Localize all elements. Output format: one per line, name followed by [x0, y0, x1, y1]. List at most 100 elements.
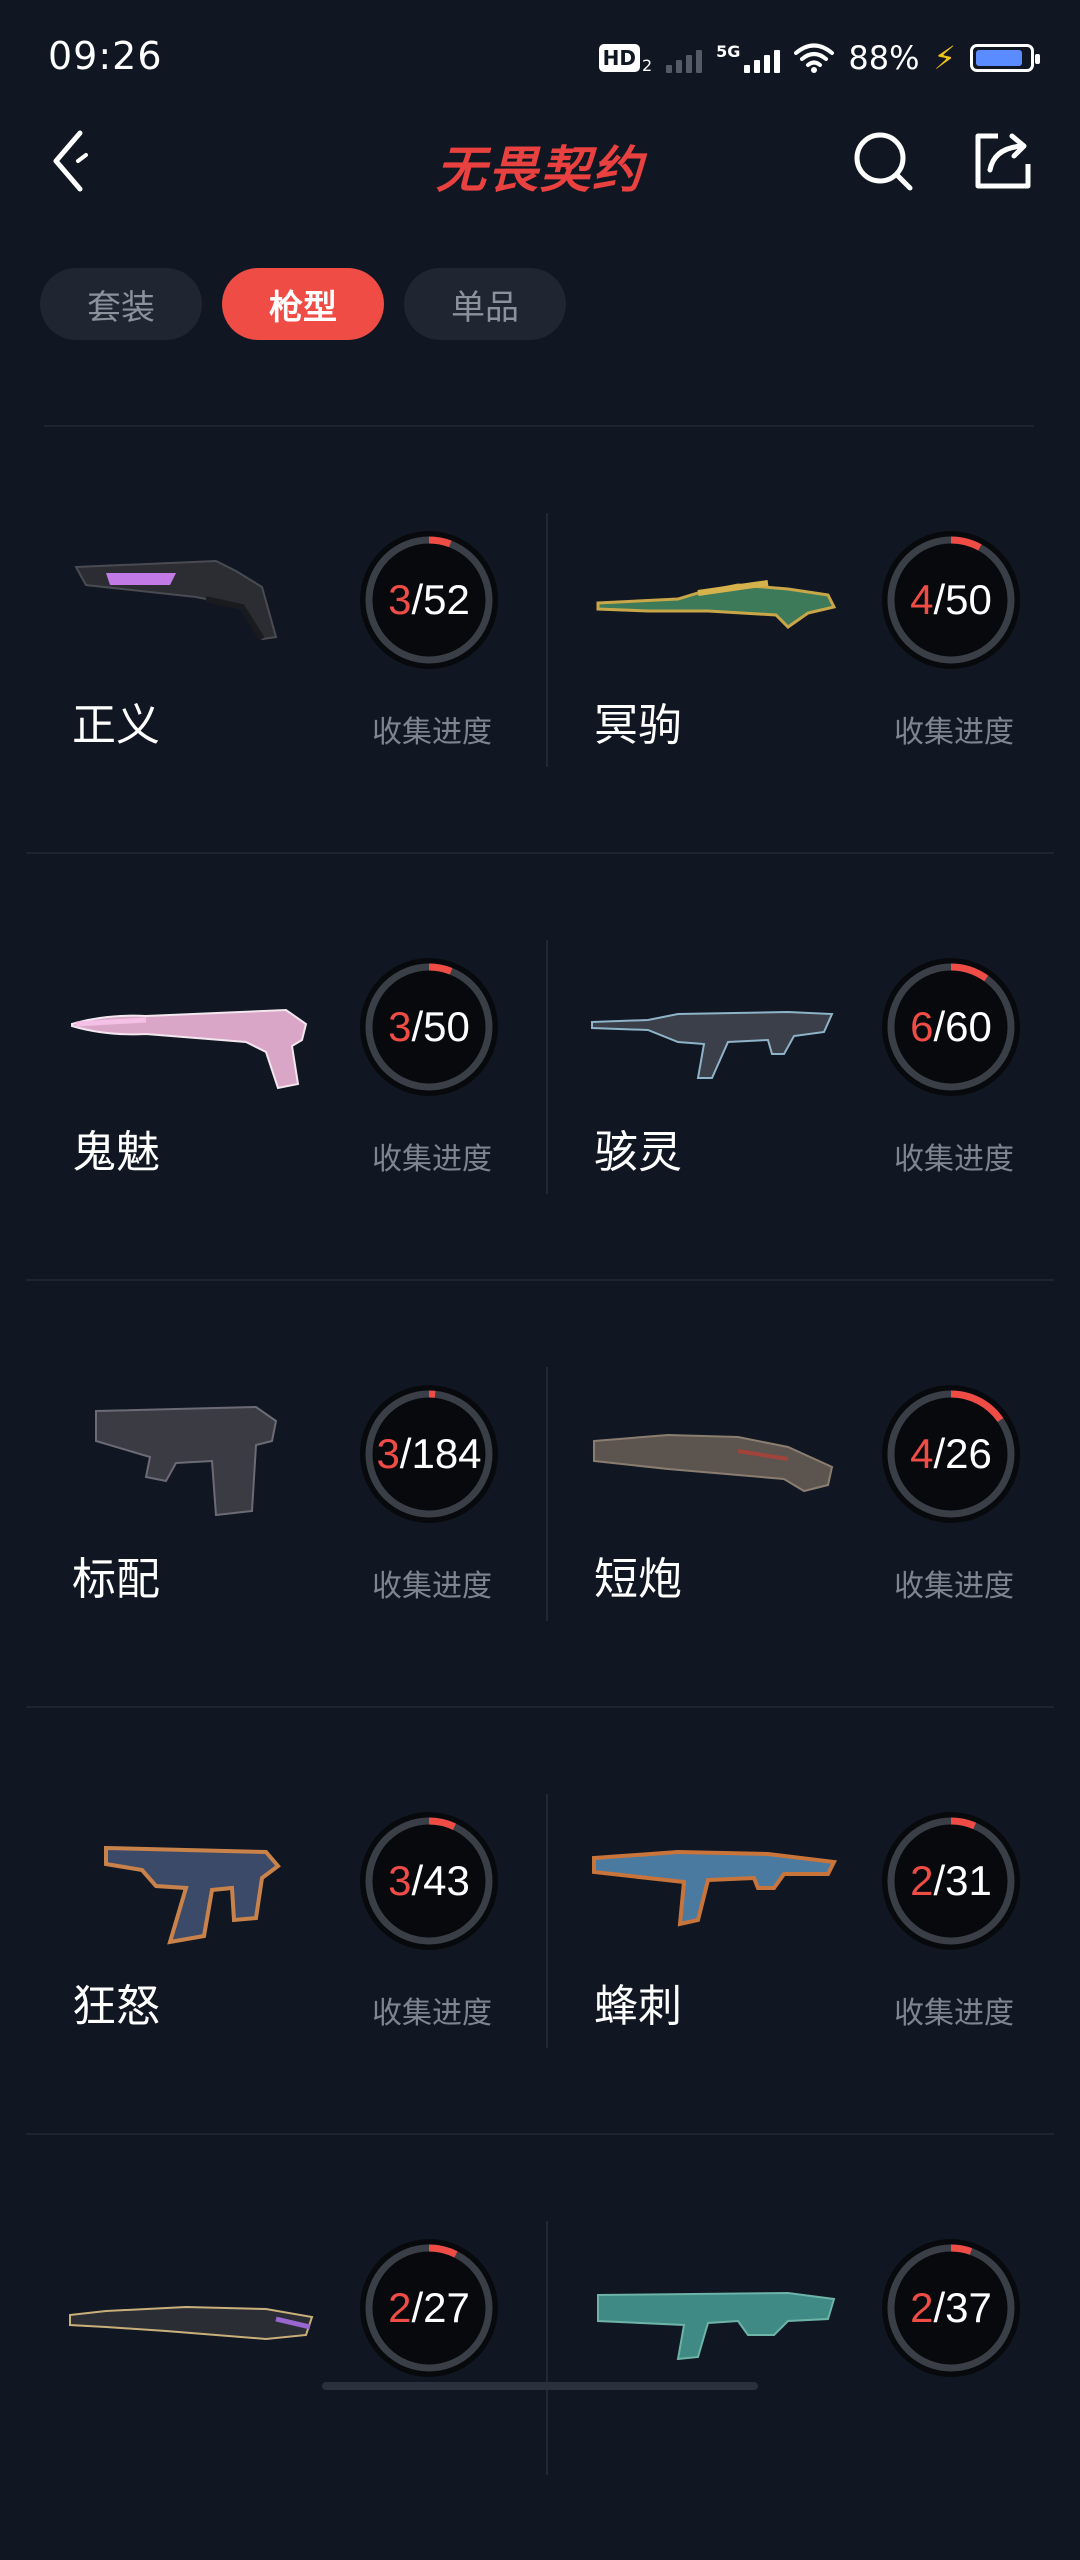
collected-count: 6 — [910, 1003, 934, 1050]
total-count: 50 — [423, 1003, 470, 1050]
hd-sim-index: 2 — [641, 55, 653, 75]
collection-progress-label: 收集进度 — [894, 715, 1014, 750]
signal-sim2-icon — [744, 43, 781, 73]
tab-single-items[interactable]: 单品 — [404, 268, 566, 340]
grid-row: 2/27 2/37 — [26, 2135, 1054, 2560]
weapon-image — [592, 1849, 838, 1927]
collected-count: 3 — [388, 576, 412, 623]
weapon-name: 骇灵 — [594, 1127, 682, 1178]
status-icons: HD 2 5G 88% ⚡ — [598, 36, 1040, 80]
collected-count: 2 — [388, 2284, 412, 2331]
total-count: 27 — [423, 2284, 470, 2331]
weapon-card[interactable]: 2/27 — [26, 2135, 540, 2560]
collection-count: 4/26 — [882, 1385, 1020, 1523]
weapon-card[interactable]: 4/26 短炮 收集进度 — [548, 1281, 1062, 1706]
count-separator: / — [933, 1003, 946, 1050]
weapon-card[interactable]: 2/37 — [548, 2135, 1062, 2560]
collected-count: 2 — [910, 2284, 934, 2331]
battery-icon — [970, 44, 1040, 72]
charging-icon: ⚡ — [933, 39, 956, 77]
weapon-name: 正义 — [72, 700, 160, 751]
collection-progress-label: 收集进度 — [372, 1142, 492, 1177]
home-indicator[interactable] — [322, 2382, 758, 2390]
collected-count: 3 — [388, 1003, 412, 1050]
collection-progress-label: 收集进度 — [894, 1569, 1014, 1604]
count-separator: / — [933, 576, 946, 623]
weapon-image — [69, 2305, 314, 2341]
count-separator: / — [933, 1857, 946, 1904]
status-time: 09:26 — [48, 34, 163, 78]
collection-progress-label: 收集进度 — [372, 1569, 492, 1604]
weapon-card[interactable]: 3/50 鬼魅 收集进度 — [26, 854, 540, 1279]
collected-count: 2 — [910, 1857, 934, 1904]
grid-row: 3/52 正义 收集进度 4/50 冥驹 收集进度 — [26, 427, 1054, 854]
collection-progress-label: 收集进度 — [894, 1142, 1014, 1177]
collection-progress-label: 收集进度 — [372, 715, 492, 750]
total-count: 26 — [945, 1430, 992, 1477]
weapon-grid: 3/52 正义 收集进度 4/50 冥驹 收集进度 3/50 鬼魅 收集进度 6/60 骇灵收… — [26, 427, 1054, 2560]
total-count: 60 — [945, 1003, 992, 1050]
weapon-image — [597, 2291, 836, 2361]
search-icon — [854, 132, 913, 191]
weapon-name: 狂怒 — [72, 1981, 160, 2032]
weapon-card[interactable]: 4/50 冥驹 收集进度 — [548, 427, 1062, 852]
total-count: 31 — [945, 1857, 992, 1904]
signal-sim1-icon — [666, 43, 703, 73]
collected-count: 4 — [910, 1430, 934, 1477]
count-separator: / — [411, 1003, 424, 1050]
weapon-name: 冥驹 — [594, 700, 682, 751]
page-title: 无畏契约 — [436, 141, 644, 199]
grid-row: 3/184 标配 收集进度 4/26 短炮 收集进度 — [26, 1281, 1054, 1708]
weapon-image — [74, 559, 278, 641]
collected-count: 3 — [376, 1430, 400, 1477]
weapon-image — [95, 1405, 278, 1517]
total-count: 52 — [423, 576, 470, 623]
collection-progress-label: 收集进度 — [894, 1996, 1014, 2031]
collection-count: 3/184 — [360, 1385, 498, 1523]
weapon-image — [71, 1008, 308, 1090]
weapon-name: 蜂刺 — [594, 1981, 682, 2032]
collected-count: 3 — [388, 1857, 412, 1904]
count-separator: / — [411, 1857, 424, 1904]
collection-count: 2/31 — [882, 1812, 1020, 1950]
weapon-image — [596, 580, 837, 629]
collected-count: 4 — [910, 576, 934, 623]
collection-count: 3/43 — [360, 1812, 498, 1950]
total-count: 50 — [945, 576, 992, 623]
battery-percent: 88% — [848, 39, 920, 77]
grid-row: 3/50 鬼魅 收集进度 6/60 骇灵 收集进度 — [26, 854, 1054, 1281]
collection-count: 2/37 — [882, 2239, 1020, 2377]
hd-voice-icon: HD — [598, 44, 640, 72]
weapon-card[interactable]: 3/52 正义 收集进度 — [26, 427, 540, 852]
top-app-bar: 无畏契约 — [0, 116, 1080, 206]
tab-weapon-types[interactable]: 枪型 — [222, 268, 384, 340]
collection-count: 4/50 — [882, 531, 1020, 669]
collection-count: 6/60 — [882, 958, 1020, 1096]
weapon-name: 标配 — [72, 1554, 160, 1605]
collection-count: 3/50 — [360, 958, 498, 1096]
share-button[interactable] — [968, 126, 1038, 196]
count-separator: / — [933, 1430, 946, 1477]
grid-row: 3/43 狂怒 收集进度 2/31 蜂刺 收集进度 — [26, 1708, 1054, 2135]
network-type: 5G — [716, 41, 741, 61]
status-bar: 09:26 HD 2 5G 88% ⚡ — [0, 0, 1080, 116]
weapon-card[interactable]: 3/43 狂怒 收集进度 — [26, 1708, 540, 2133]
tab-sets[interactable]: 套装 — [40, 268, 202, 340]
weapon-image — [104, 1845, 281, 1945]
weapon-card[interactable]: 6/60 骇灵 收集进度 — [548, 854, 1062, 1279]
count-separator: / — [411, 576, 424, 623]
total-count: 43 — [423, 1857, 470, 1904]
total-count: 37 — [945, 2284, 992, 2331]
share-icon — [975, 133, 1031, 189]
weapon-image — [591, 1010, 834, 1079]
weapon-name: 鬼魅 — [72, 1127, 160, 1178]
collection-count: 2/27 — [360, 2239, 498, 2377]
weapon-image — [593, 1433, 834, 1493]
weapon-card[interactable]: 2/31 蜂刺 收集进度 — [548, 1708, 1062, 2133]
battery-fill — [976, 50, 1022, 66]
search-button[interactable] — [848, 126, 918, 196]
collection-progress-label: 收集进度 — [372, 1996, 492, 2031]
count-separator: / — [399, 1430, 412, 1477]
count-separator: / — [411, 2284, 424, 2331]
weapon-card[interactable]: 3/184 标配 收集进度 — [26, 1281, 540, 1706]
